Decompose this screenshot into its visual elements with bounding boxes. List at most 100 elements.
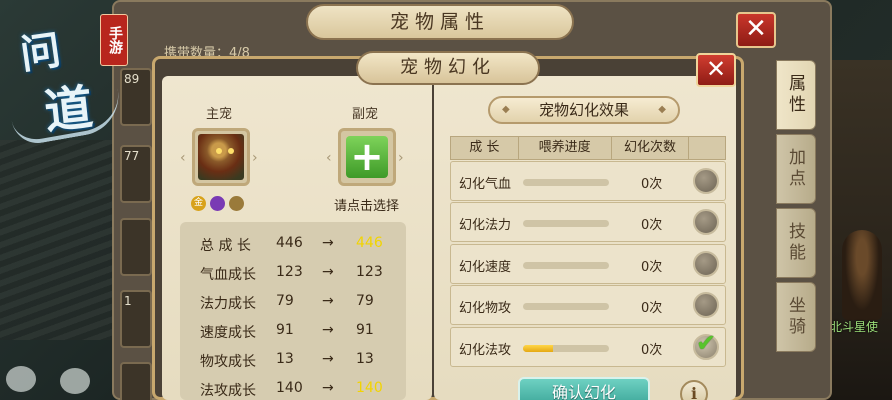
tab-attributes[interactable]: 属性 xyxy=(776,60,816,130)
chat-bubble-icon[interactable] xyxy=(60,368,90,394)
pet-transform-title: 宠物幻化 xyxy=(356,51,540,85)
tab-add-points[interactable]: 加点 xyxy=(776,134,816,204)
header-feed-progress: 喂养进度 xyxy=(519,137,612,159)
feed-progress-bar xyxy=(523,345,609,352)
pet-list-slot[interactable]: 1 xyxy=(120,290,152,348)
info-icon[interactable]: i xyxy=(680,380,708,400)
transform-row[interactable]: 幻化速度 0次 xyxy=(450,244,726,284)
arrow-right-icon: → xyxy=(322,293,334,309)
purple-gem-icon xyxy=(210,196,225,211)
chat-area xyxy=(0,360,110,400)
arrow-right-icon: → xyxy=(322,380,334,396)
pet-list-slot[interactable] xyxy=(120,218,152,276)
stat-before-value: 446 xyxy=(276,235,303,251)
tab-skills[interactable]: 技能 xyxy=(776,208,816,278)
transform-count: 0次 xyxy=(641,218,663,233)
tab-mount[interactable]: 坐骑 xyxy=(776,282,816,352)
radio-icon[interactable] xyxy=(693,209,719,235)
arrow-right-icon: → xyxy=(322,264,334,280)
sub-pet-label: 副宠 xyxy=(352,107,379,122)
stat-after-value: 91 xyxy=(356,322,374,338)
pet-attribute-icons: 金 xyxy=(191,196,244,211)
growth-stat-row: 速度成长 91 → 91 xyxy=(180,317,406,346)
chevron-right-icon: › xyxy=(252,150,258,166)
main-pet-portrait xyxy=(198,134,244,180)
transform-name: 幻化法攻 xyxy=(459,343,512,358)
transform-name: 幻化物攻 xyxy=(459,301,512,316)
transform-count: 0次 xyxy=(641,301,663,316)
feed-progress-bar xyxy=(523,179,609,186)
stat-label: 法攻成长 xyxy=(200,383,256,399)
stat-before-value: 91 xyxy=(276,322,294,338)
transform-row[interactable]: 幻化物攻 0次 xyxy=(450,285,726,325)
transform-count: 0次 xyxy=(641,260,663,275)
growth-stat-row: 物攻成长 13 → 13 xyxy=(180,346,406,375)
transform-row[interactable]: 幻化气血 0次 xyxy=(450,161,726,201)
stat-label: 总 成 长 xyxy=(200,238,251,254)
sub-pet-slot[interactable]: + xyxy=(338,128,396,186)
chat-icon[interactable] xyxy=(6,366,36,392)
stat-label: 法力成长 xyxy=(200,296,256,312)
feed-progress-fill xyxy=(523,345,554,352)
pet-list-slot[interactable]: 77 xyxy=(120,145,152,203)
transform-count: 0次 xyxy=(641,177,663,192)
chevron-right-icon: › xyxy=(398,150,404,166)
chevron-left-icon: ‹ xyxy=(326,150,332,166)
growth-stat-row: 法力成长 79 → 79 xyxy=(180,288,406,317)
game-logo: 问 道 手游 xyxy=(8,8,128,148)
logo-badge: 手游 xyxy=(100,14,128,66)
feed-progress-bar xyxy=(523,220,609,227)
growth-stat-row: 总 成 长 446 → 446 xyxy=(180,230,406,259)
radio-icon[interactable] xyxy=(693,168,719,194)
arrow-right-icon: → xyxy=(322,322,334,338)
stat-after-value: 123 xyxy=(356,264,383,280)
header-transform-count: 幻化次数 xyxy=(612,137,690,159)
transform-row[interactable]: 幻化法力 0次 xyxy=(450,202,726,242)
table-header: 成 长 喂养进度 幻化次数 xyxy=(450,136,726,160)
main-pet-label: 主宠 xyxy=(206,107,233,122)
pet-attributes-title: 宠物属性 xyxy=(306,4,574,40)
main-pet-slot[interactable] xyxy=(192,128,250,186)
stat-after-value: 140 xyxy=(356,380,383,396)
feed-progress-bar xyxy=(523,303,609,310)
npc-name-label: 北斗星使 xyxy=(830,320,879,334)
stat-label: 速度成长 xyxy=(200,325,256,341)
stat-after-value: 79 xyxy=(356,293,374,309)
stat-label: 气血成长 xyxy=(200,267,256,283)
growth-stat-row: 气血成长 123 → 123 xyxy=(180,259,406,288)
arrow-right-icon: → xyxy=(322,235,334,251)
transform-effect-title: 宠物幻化效果 xyxy=(488,96,680,124)
header-growth: 成 长 xyxy=(451,137,519,159)
add-pet-plus-icon: + xyxy=(346,136,388,178)
radio-icon[interactable] xyxy=(693,292,719,318)
stat-label: 物攻成长 xyxy=(200,354,256,370)
header-select xyxy=(689,137,725,159)
chevron-left-icon: ‹ xyxy=(180,150,186,166)
radio-icon[interactable] xyxy=(693,251,719,277)
checked-radio-icon[interactable] xyxy=(693,329,719,360)
npc-figure[interactable] xyxy=(842,230,882,320)
stat-after-value: 13 xyxy=(356,351,374,367)
confirm-transform-button[interactable]: 确认幻化 xyxy=(518,377,650,400)
select-pet-hint: 请点击选择 xyxy=(334,199,400,214)
transform-table: 成 长 喂养进度 幻化次数 xyxy=(450,136,726,160)
transform-name: 幻化法力 xyxy=(459,218,512,233)
stat-before-value: 79 xyxy=(276,293,294,309)
stat-before-value: 13 xyxy=(276,351,294,367)
stat-after-value: 446 xyxy=(356,235,383,251)
pet-transform-close-button[interactable]: ✕ xyxy=(696,53,736,87)
stat-before-value: 123 xyxy=(276,264,303,280)
arrow-right-icon: → xyxy=(322,351,334,367)
pet-list-slot[interactable] xyxy=(120,362,152,400)
transform-count: 0次 xyxy=(641,343,663,358)
transform-name: 幻化气血 xyxy=(459,177,512,192)
growth-stat-row: 法攻成长 140 → 140 xyxy=(180,375,406,400)
transform-row[interactable]: 幻化法攻 0次 xyxy=(450,327,726,367)
beast-badge-icon xyxy=(229,196,244,211)
pet-attributes-close-button[interactable]: ✕ xyxy=(736,12,776,48)
gold-element-icon: 金 xyxy=(191,196,206,211)
stat-before-value: 140 xyxy=(276,380,303,396)
side-tabs: 属性 加点 技能 坐骑 xyxy=(776,60,816,356)
feed-progress-bar xyxy=(523,262,609,269)
transform-name: 幻化速度 xyxy=(459,260,512,275)
